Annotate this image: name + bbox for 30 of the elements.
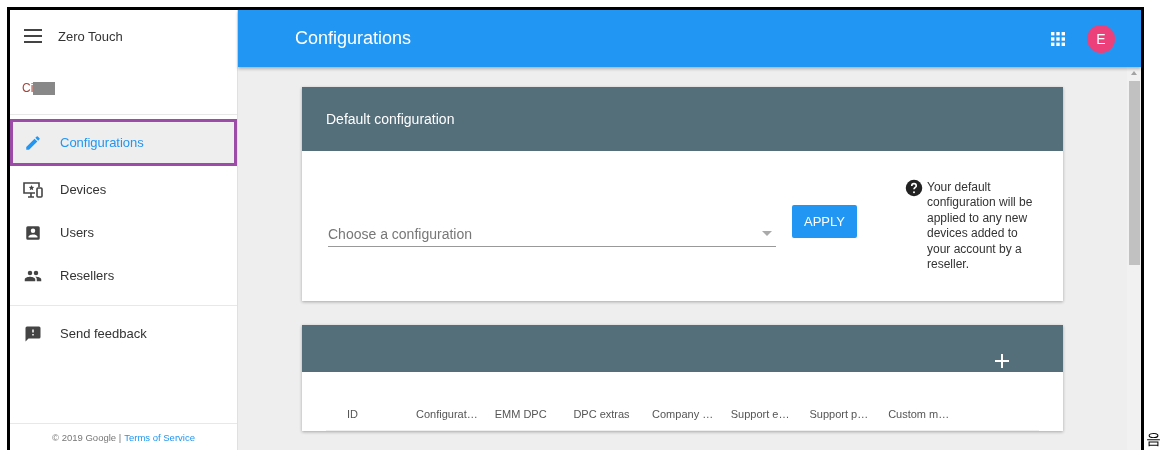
menu-icon[interactable] bbox=[24, 29, 42, 43]
column-header[interactable]: EMM DPC bbox=[494, 408, 574, 420]
sidebar-item[interactable]: Users bbox=[10, 211, 237, 254]
column-header[interactable]: Configurat… bbox=[416, 408, 495, 420]
account-name: Ci bbox=[22, 81, 34, 95]
help-text: Your default configuration will be applied to any new devices added to your account by a reseller. bbox=[927, 179, 1034, 273]
column-header[interactable]: Company … bbox=[652, 408, 731, 420]
column-header[interactable]: DPC extras bbox=[573, 408, 653, 420]
help-icon bbox=[905, 178, 923, 197]
app-title: Zero Touch bbox=[58, 28, 123, 44]
column-header[interactable]: Custom m… bbox=[888, 408, 967, 420]
devices-icon bbox=[22, 180, 44, 199]
sidebar-item[interactable]: Resellers bbox=[10, 254, 237, 297]
sidebar-item[interactable]: Devices bbox=[10, 168, 237, 211]
apps-grid-icon[interactable] bbox=[1051, 31, 1065, 46]
column-header[interactable]: Support e… bbox=[730, 408, 810, 420]
column-header[interactable]: ID bbox=[347, 408, 416, 420]
card-title: Default configuration bbox=[326, 111, 455, 127]
column-header[interactable]: Support p… bbox=[809, 408, 889, 420]
user-icon bbox=[24, 223, 42, 242]
pencil-icon bbox=[24, 133, 42, 152]
page-title: Configurations bbox=[295, 28, 413, 49]
feedback-icon bbox=[24, 324, 42, 343]
add-icon[interactable] bbox=[995, 354, 1009, 368]
redaction-block bbox=[33, 81, 56, 95]
configuration-dropdown[interactable]: Choose a configuration bbox=[328, 217, 776, 247]
copyright-text: © 2019 Google | bbox=[52, 431, 122, 443]
user-avatar[interactable]: E bbox=[1087, 24, 1115, 53]
send-feedback-item[interactable]: Send feedback bbox=[10, 312, 237, 355]
margin-text: 음 bbox=[1146, 432, 1161, 447]
